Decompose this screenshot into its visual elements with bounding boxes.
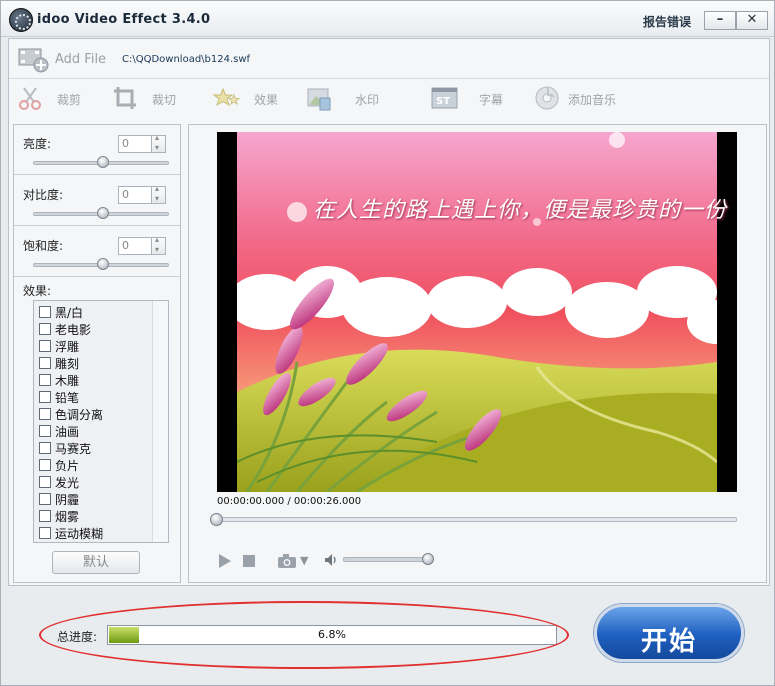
start-button[interactable]: 开始: [594, 604, 744, 662]
effect-checkbox[interactable]: [39, 306, 51, 318]
watermark-icon: [307, 88, 331, 111]
effect-checkbox[interactable]: [39, 374, 51, 386]
effect-label: 阴霾: [55, 493, 80, 507]
trim-label: 裁剪: [57, 93, 82, 107]
add-music-label: 添加音乐: [568, 93, 617, 107]
timecode: 00:00:00.000 / 00:00:26.000: [217, 496, 362, 507]
effect-checkbox[interactable]: [39, 442, 51, 454]
add-file-label: Add File: [55, 52, 107, 67]
stars-icon: [212, 87, 241, 107]
effect-checkbox[interactable]: [39, 391, 51, 403]
file-toolbar: Add File C:\QQDownload\b124.swf: [9, 39, 769, 79]
add-file-icon: [18, 48, 49, 73]
effect-checkbox[interactable]: [39, 425, 51, 437]
saturation-spin-arrows[interactable]: [152, 235, 166, 255]
video-preview: 在人生的路上遇上你，便是最珍贵的一份 情缘: [217, 132, 737, 492]
brightness-slider-thumb[interactable]: [97, 156, 109, 168]
seek-thumb[interactable]: [210, 513, 223, 526]
effects-list: 黑/白老电影浮雕雕刻木雕铅笔色调分离油画马赛克负片发光阴霾烟雾运动模糊: [33, 300, 169, 543]
video-caption-text: 在人生的路上遇上你，便是最珍贵的一份 情缘: [313, 198, 737, 223]
title-bar: idoo Video Effect 3.4.0 报告错误 – ✕: [1, 1, 774, 37]
edit-toolbar: 裁剪 裁切 效果 水印 ST 字幕 添加音乐: [9, 81, 769, 117]
close-button[interactable]: ✕: [736, 11, 768, 30]
scissors-icon: [19, 87, 41, 110]
video-frame-image: [237, 132, 717, 492]
effect-label: 发光: [55, 476, 80, 490]
play-icon[interactable]: [219, 554, 231, 568]
app-title: idoo Video Effect 3.4.0: [37, 12, 211, 27]
effect-label: 浮雕: [55, 340, 80, 354]
volume-slider-track[interactable]: [343, 557, 429, 562]
crop-label: 裁切: [152, 93, 177, 107]
chevron-down-icon[interactable]: ▼: [300, 554, 308, 567]
effects-scrollbar[interactable]: [152, 301, 168, 542]
effect-label: 黑/白: [55, 306, 84, 320]
brightness-group: 亮度: 0: [14, 125, 180, 175]
contrast-spinbox[interactable]: 0: [118, 186, 152, 204]
brightness-spinbox[interactable]: 0: [118, 135, 152, 153]
effect-checkbox[interactable]: [39, 510, 51, 522]
start-button-label: 开始: [640, 627, 697, 657]
subtitle-icon: ST: [431, 87, 458, 109]
saturation-spinbox[interactable]: 0: [118, 237, 152, 255]
camera-icon[interactable]: [277, 554, 297, 568]
minimize-button[interactable]: –: [704, 11, 736, 30]
preview-panel: 在人生的路上遇上你，便是最珍贵的一份 情缘 00:00:00.000 / 00:…: [188, 124, 767, 583]
contrast-slider-thumb[interactable]: [97, 207, 109, 219]
effect-checkbox[interactable]: [39, 459, 51, 471]
effect-label: 烟雾: [55, 510, 80, 524]
crop-icon: [114, 87, 136, 109]
volume-slider-thumb[interactable]: [422, 553, 434, 565]
stop-icon[interactable]: [243, 555, 255, 567]
effect-label: 雕刻: [55, 357, 80, 371]
film-reel-icon: [9, 8, 33, 32]
main-panel: Add File C:\QQDownload\b124.swf 裁剪 裁切 效果…: [8, 38, 770, 586]
effect-label: 运动模糊: [55, 527, 104, 541]
effect-checkbox[interactable]: [39, 527, 51, 539]
watermark-label: 水印: [355, 93, 380, 107]
brightness-spin-arrows[interactable]: [152, 133, 166, 153]
contrast-label: 对比度:: [23, 188, 64, 202]
default-button[interactable]: 默认: [52, 551, 140, 574]
svg-text:ST: ST: [436, 96, 450, 107]
effect-checkbox[interactable]: [39, 493, 51, 505]
effect-label: 油画: [55, 425, 80, 439]
contrast-group: 对比度: 0: [14, 176, 180, 226]
effect-label: 效果: [254, 93, 279, 107]
music-disc-icon: [535, 86, 559, 110]
effect-checkbox[interactable]: [39, 340, 51, 352]
effect-checkbox[interactable]: [39, 357, 51, 369]
saturation-slider-thumb[interactable]: [97, 258, 109, 270]
seek-bar[interactable]: [217, 517, 737, 522]
adjustment-panel: 亮度: 0 对比度: 0 饱和度: 0 效果:: [13, 124, 181, 583]
file-path: C:\QQDownload\b124.swf: [122, 54, 251, 65]
effect-label: 色调分离: [55, 408, 104, 422]
volume-icon[interactable]: [324, 553, 338, 567]
effect-label: 马赛克: [55, 442, 92, 456]
effect-checkbox[interactable]: [39, 408, 51, 420]
effects-title: 效果:: [23, 284, 52, 298]
effect-label: 铅笔: [55, 391, 80, 405]
effect-label: 负片: [55, 459, 80, 473]
contrast-spin-arrows[interactable]: [152, 184, 166, 204]
app-window: idoo Video Effect 3.4.0 报告错误 – ✕ Add Fil…: [0, 0, 775, 686]
subtitle-label: 字幕: [479, 93, 504, 107]
effect-checkbox[interactable]: [39, 476, 51, 488]
effect-checkbox[interactable]: [39, 323, 51, 335]
effects-list-items: 黑/白老电影浮雕雕刻木雕铅笔色调分离油画马赛克负片发光阴霾烟雾运动模糊: [34, 301, 152, 542]
effect-label: 老电影: [55, 323, 92, 337]
saturation-label: 饱和度:: [23, 239, 64, 253]
saturation-group: 饱和度: 0: [14, 227, 180, 277]
annotation-ellipse: [39, 601, 569, 669]
effect-label: 木雕: [55, 374, 80, 388]
brightness-label: 亮度:: [23, 137, 52, 151]
report-error-link[interactable]: 报告错误: [643, 13, 691, 30]
